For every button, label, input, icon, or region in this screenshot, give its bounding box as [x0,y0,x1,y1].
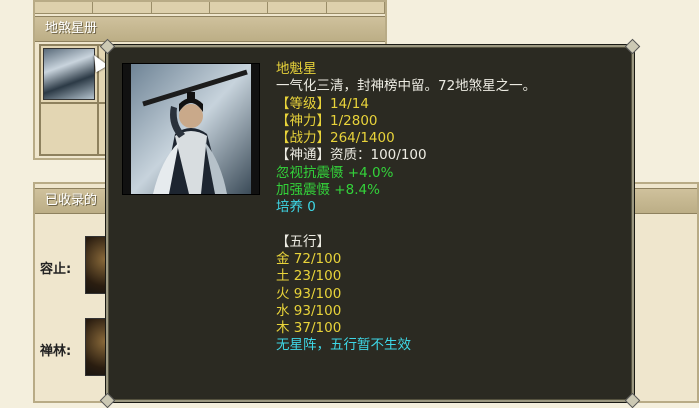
top-slot-strip [35,2,385,14]
star-slot[interactable] [40,45,98,103]
wuxing-earth: 土 23/100 [276,268,342,285]
row-label-chanlin: 禅林: [40,344,72,359]
character-portrait-image [131,64,251,194]
stat-ability: 【神通】资质：100/100 [276,147,427,164]
character-portrait [122,63,260,195]
slot[interactable] [326,2,385,14]
stat-divine-power: 【神力】1/2800 [276,112,378,129]
wuxing-fire: 火 93/100 [276,285,342,302]
row-label-rongzhi: 容止: [40,262,72,277]
star-book-title: 地煞星册 [35,16,385,42]
slot[interactable] [35,2,94,14]
formation-status: 无星阵，五行暂不生效 [276,337,411,354]
corner-ornament-icon [624,38,641,55]
star-name: 地魁星 [276,61,317,77]
effect-enhance-deter: 加强震慑 +8.4% [276,182,380,199]
wuxing-wood: 木 37/100 [276,320,342,337]
slot[interactable] [209,2,269,14]
slot[interactable] [151,2,210,14]
star-description: 一气化三清，封神榜中留。72地煞星之一。 [276,78,537,95]
stat-combat-power: 【战力】264/1400 [276,130,395,147]
tooltip-info: 地魁星 一气化三清，封神榜中留。72地煞星之一。 【等级】14/14 【神力】1… [276,61,536,355]
wuxing-metal: 金 72/100 [276,250,342,267]
effect-ignore-resist: 忽视抗震慑 +4.0% [276,164,394,181]
stat-level: 【等级】14/14 [276,95,369,112]
cultivation-value: 培养 0 [276,199,316,216]
star-thumbnail[interactable] [43,48,95,100]
slot[interactable] [93,2,152,14]
star-tooltip: 地魁星 一气化三清，封神榜中留。72地煞星之一。 【等级】14/14 【神力】1… [99,38,641,408]
wuxing-water: 水 93/100 [276,302,342,319]
star-slot[interactable] [40,103,98,155]
wuxing-header: 【五行】 [276,233,330,250]
slot[interactable] [268,2,327,14]
